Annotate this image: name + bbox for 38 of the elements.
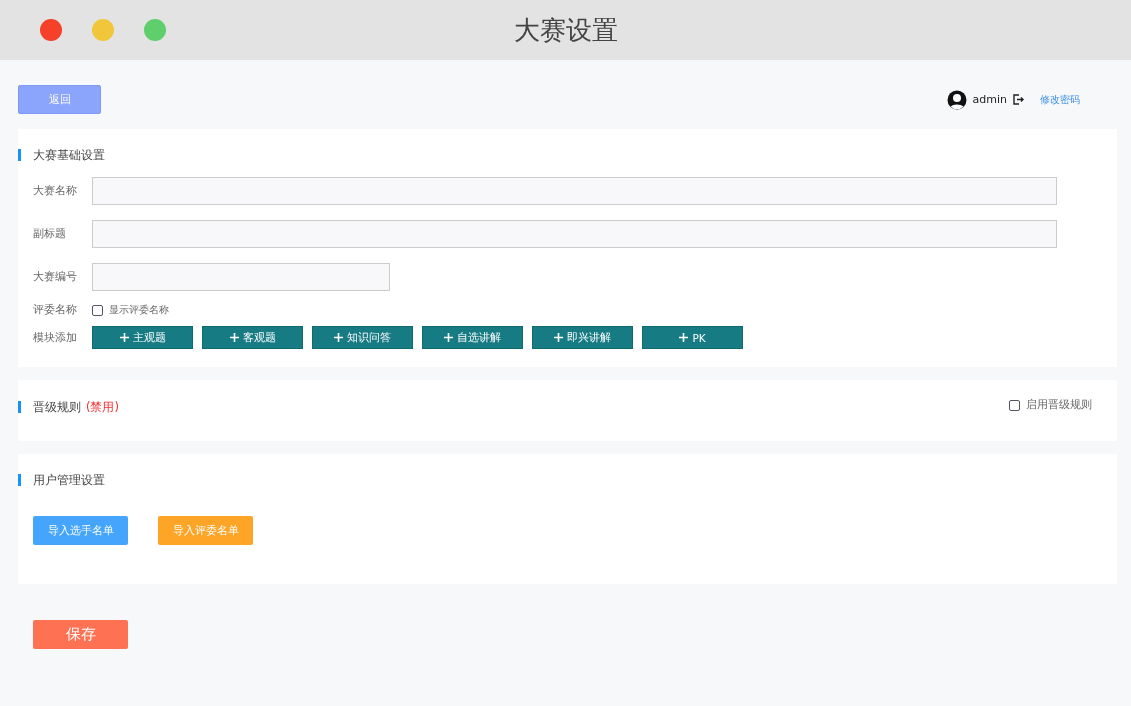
username: admin xyxy=(972,93,1007,106)
plus-icon xyxy=(444,333,453,342)
checkbox[interactable] xyxy=(92,304,103,316)
field-label: 副标题 xyxy=(33,227,67,241)
checkbox[interactable] xyxy=(1009,399,1020,411)
plus-icon xyxy=(334,333,343,342)
status-text: (禁用) xyxy=(86,399,119,415)
checkbox-label: 显示评委名称 xyxy=(109,303,169,317)
add-module-button[interactable]: 知识问答 xyxy=(312,326,413,349)
field-label: 模块添加 xyxy=(33,330,78,345)
add-module-button[interactable]: 自选讲解 xyxy=(422,326,523,349)
section-title: 大赛基础设置 xyxy=(33,147,105,163)
maximize-dot[interactable] xyxy=(144,19,166,41)
add-module-button[interactable]: PK xyxy=(642,326,743,349)
logout-icon[interactable] xyxy=(1013,94,1024,105)
section-title: 用户管理设置 xyxy=(33,472,105,488)
checkbox-label: 启用晋级规则 xyxy=(1026,398,1092,412)
plus-icon xyxy=(229,333,239,342)
change-password-link[interactable]: 修改密码 xyxy=(1040,92,1080,107)
plus-icon xyxy=(554,333,563,342)
close-dot[interactable] xyxy=(40,19,62,41)
text-field[interactable] xyxy=(92,220,1057,248)
field-label: 评委名称 xyxy=(33,303,78,317)
add-module-button[interactable]: 客观题 xyxy=(202,326,303,349)
avatar-icon xyxy=(946,89,967,110)
field-label: 大赛编号 xyxy=(33,270,78,284)
text-field[interactable] xyxy=(92,177,1057,205)
plus-icon xyxy=(119,333,129,342)
section-title: 晋级规则 xyxy=(33,399,81,415)
import-button[interactable]: 导入选手名单 xyxy=(33,516,128,545)
add-module-button[interactable]: 即兴讲解 xyxy=(532,326,633,349)
window-title: 大赛设置 xyxy=(513,14,618,47)
text-field[interactable] xyxy=(92,263,390,291)
add-module-button[interactable]: 主观题 xyxy=(92,326,193,349)
minimize-dot[interactable] xyxy=(92,19,114,41)
save-button[interactable]: 保存 xyxy=(33,620,128,649)
plus-icon xyxy=(679,333,689,342)
field-label: 大赛名称 xyxy=(33,184,78,198)
